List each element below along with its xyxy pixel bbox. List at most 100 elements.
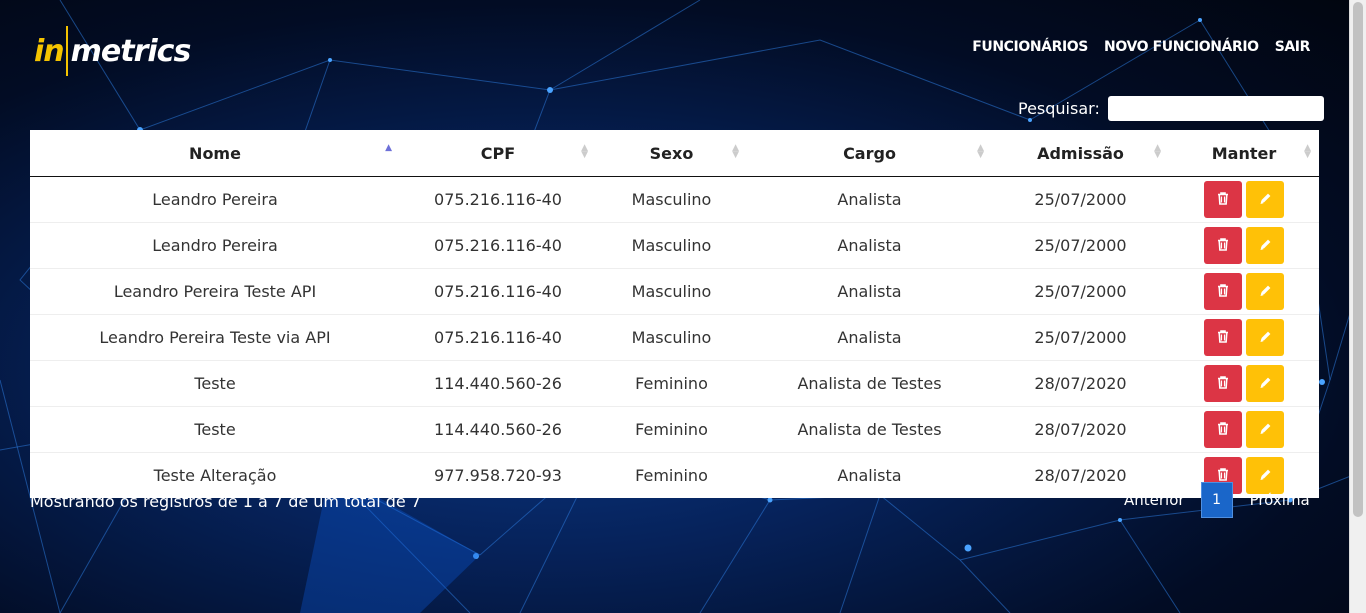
search-input[interactable] [1107, 96, 1324, 121]
cell-admissao: 28/07/2020 [992, 406, 1169, 453]
cell-admissao: 25/07/2000 [992, 268, 1169, 315]
trash-icon [1217, 328, 1229, 347]
edit-button[interactable] [1246, 411, 1284, 448]
cell-cpf: 977.958.720-93 [400, 452, 596, 498]
trash-icon [1217, 190, 1229, 209]
delete-button[interactable] [1204, 411, 1242, 448]
header-cargo[interactable]: Cargo ▲ ▼ [747, 130, 992, 177]
cell-sexo: Feminino [596, 406, 747, 453]
sort-both-icon: ▲ ▼ [581, 143, 588, 160]
edit-button[interactable] [1246, 273, 1284, 310]
pagination-prev[interactable]: Anterior [1124, 491, 1185, 509]
cell-sexo: Feminino [596, 452, 747, 498]
cell-manter [1169, 406, 1319, 453]
pencil-icon [1259, 190, 1272, 209]
cell-nome: Teste [30, 406, 400, 453]
cell-manter [1169, 177, 1319, 223]
nav-funcionarios[interactable]: FUNCIONÁRIOS [972, 39, 1088, 55]
header-cargo-label: Cargo [843, 143, 896, 163]
table-row: Leandro Pereira 075.216.116-40 Masculino An… [30, 222, 1319, 269]
cell-nome: Teste [30, 360, 400, 407]
edit-button[interactable] [1246, 227, 1284, 264]
cell-nome: Leandro Pereira Teste via API [30, 314, 400, 361]
cell-cpf: 075.216.116-40 [400, 222, 596, 269]
pencil-icon [1259, 420, 1272, 439]
edit-button[interactable] [1246, 319, 1284, 356]
top-nav: FUNCIONÁRIOS NOVO FUNCIONÁRIO SAIR [972, 39, 1310, 55]
trash-icon [1217, 282, 1229, 301]
header-manter[interactable]: Manter ▲ ▼ [1169, 130, 1319, 177]
row-actions [1170, 273, 1318, 310]
pagination-next[interactable]: Próxima [1250, 491, 1310, 509]
delete-button[interactable] [1204, 181, 1242, 218]
cell-cargo: Analista de Testes [747, 406, 992, 453]
cell-cargo: Analista [747, 314, 992, 361]
cell-admissao: 25/07/2000 [992, 314, 1169, 361]
logo-divider [65, 26, 68, 76]
header-cpf[interactable]: CPF ▲ ▼ [400, 130, 596, 177]
cell-sexo: Masculino [631, 190, 712, 209]
edit-button[interactable] [1246, 365, 1284, 402]
nav-novo-funcionario[interactable]: NOVO FUNCIONÁRIO [1104, 39, 1259, 55]
trash-icon [1217, 420, 1229, 439]
trash-icon [1217, 236, 1229, 255]
cell-admissao: 28/07/2020 [992, 360, 1169, 407]
sort-both-icon: ▲ ▼ [1154, 143, 1161, 160]
cell-nome: Leandro Pereira [152, 190, 278, 209]
cell-nome: Leandro Pereira [30, 222, 400, 269]
sort-both-icon: ▲ ▼ [1304, 143, 1311, 160]
header-nome[interactable]: Nome ▲ [30, 130, 400, 177]
cell-manter [1169, 268, 1319, 315]
header-manter-label: Manter [1211, 143, 1277, 163]
cell-cpf: 114.440.560-26 [400, 406, 596, 453]
table-header-row: Nome ▲ CPF ▲ ▼ Sexo ▲ ▼ Cargo ▲ ▼ Admissão ▲ ▼ Ma… [30, 130, 1319, 177]
row-actions [1170, 319, 1318, 356]
row-actions [1170, 227, 1318, 264]
delete-button[interactable] [1204, 273, 1242, 310]
cell-cpf: 075.216.116-40 [400, 314, 596, 361]
pencil-icon [1259, 282, 1272, 301]
scrollbar-thumb[interactable] [1353, 2, 1363, 517]
sort-both-icon: ▲ ▼ [732, 143, 739, 160]
nav-sair[interactable]: SAIR [1275, 39, 1311, 55]
cell-manter [1169, 360, 1319, 407]
header-admissao[interactable]: Admissão ▲ ▼ [992, 130, 1169, 177]
delete-button[interactable] [1204, 365, 1242, 402]
table-row: Leandro Pereira Teste via API 075.216.116… [30, 314, 1319, 361]
row-actions [1170, 365, 1318, 402]
inmetrics-logo[interactable]: in metrics [34, 26, 192, 76]
cell-admissao: 25/07/2000 [1034, 190, 1127, 209]
pagination-page-1[interactable]: 1 [1200, 482, 1233, 518]
cell-sexo: Masculino [596, 314, 747, 361]
cell-nome: Leandro Pereira Teste API [30, 268, 400, 315]
delete-button[interactable] [1204, 227, 1242, 264]
pencil-icon [1259, 328, 1272, 347]
logo-part-metrics: metrics [70, 33, 192, 69]
table-row: Leandro Pereira 075.216.116-40 Masculino An… [30, 177, 1319, 223]
cell-manter [1169, 222, 1319, 269]
header-nome-label: Nome [189, 143, 241, 163]
header-cpf-label: CPF [480, 143, 516, 163]
pencil-icon [1259, 374, 1272, 393]
table-row: Teste 114.440.560-26 Feminino Analista de T… [30, 360, 1319, 407]
delete-button[interactable] [1204, 319, 1242, 356]
header-sexo-label: Sexo [649, 143, 694, 163]
cell-cargo: Analista [747, 222, 992, 269]
cell-sexo: Masculino [596, 268, 747, 315]
header-admissao-label: Admissão [1037, 143, 1124, 163]
cell-admissao: 25/07/2000 [992, 222, 1169, 269]
table-info: Mostrando os registros de 1 a 7 de um to… [30, 492, 422, 511]
row-actions [1170, 411, 1318, 448]
row-actions [1170, 181, 1318, 218]
vertical-scrollbar[interactable] [1349, 0, 1366, 613]
cell-cargo: Analista [747, 452, 992, 498]
pagination: Anterior 1 Próxima [1124, 482, 1310, 518]
trash-icon [1217, 374, 1229, 393]
cell-cargo: Analista [747, 268, 992, 315]
search-label: Pesquisar: [1018, 99, 1100, 118]
sort-both-icon: ▲ ▼ [977, 143, 984, 160]
pencil-icon [1259, 236, 1272, 255]
edit-button[interactable] [1246, 181, 1284, 218]
cell-cpf: 114.440.560-26 [400, 360, 596, 407]
header-sexo[interactable]: Sexo ▲ ▼ [596, 130, 747, 177]
